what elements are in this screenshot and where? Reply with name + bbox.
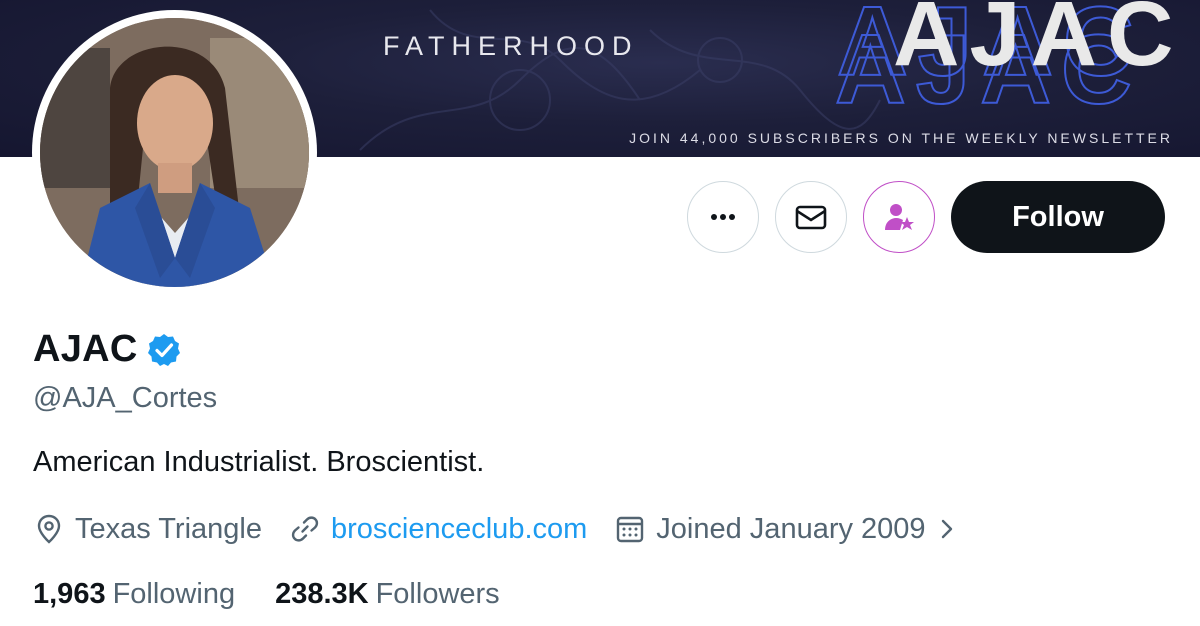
location-pin-icon bbox=[37, 514, 61, 544]
envelope-icon bbox=[795, 205, 827, 230]
followers-label: Followers bbox=[375, 578, 500, 610]
avatar-portrait-illustration bbox=[40, 18, 309, 287]
link-icon bbox=[291, 516, 319, 542]
followers-count: 238.3K bbox=[275, 578, 369, 610]
following-label: Following bbox=[112, 578, 236, 610]
banner-logo-text: AJAC bbox=[893, 0, 1184, 85]
user-handle: @AJA_Cortes bbox=[33, 382, 218, 414]
person-star-icon bbox=[885, 204, 914, 230]
follow-stats: 1,963 Following 238.3K Followers bbox=[33, 578, 500, 611]
follow-button[interactable]: Follow bbox=[951, 181, 1165, 253]
banner-tagline: FATHERHOOD bbox=[383, 31, 639, 61]
more-dots-icon bbox=[711, 214, 735, 220]
display-name-row: AJAC bbox=[33, 328, 182, 371]
followers-stat[interactable]: 238.3K Followers bbox=[275, 578, 500, 611]
banner-subtext: JOIN 44,000 SUBSCRIBERS ON THE WEEKLY NE… bbox=[629, 130, 1173, 146]
user-bio: American Industrialist. Broscientist. bbox=[33, 446, 485, 478]
location-text: Texas Triangle bbox=[75, 512, 262, 545]
display-name: AJAC bbox=[33, 328, 138, 370]
message-button[interactable] bbox=[775, 181, 847, 253]
calendar-icon bbox=[617, 516, 644, 543]
location-item: Texas Triangle bbox=[33, 513, 262, 546]
website-link[interactable]: broscienceclub.com bbox=[331, 513, 587, 546]
verified-badge-icon[interactable] bbox=[146, 332, 182, 368]
banner-logo: AJAC AJAC AJAC bbox=[834, 0, 1195, 120]
chevron-right-icon[interactable] bbox=[936, 518, 958, 540]
joined-item[interactable]: Joined January 2009 bbox=[614, 513, 957, 546]
following-stat[interactable]: 1,963 Following bbox=[33, 578, 235, 611]
subscribe-button[interactable] bbox=[863, 181, 935, 253]
profile-meta-row: Texas Triangle broscienceclub.com Joined… bbox=[33, 510, 958, 548]
avatar-photo bbox=[40, 18, 309, 287]
following-count: 1,963 bbox=[33, 578, 106, 610]
more-options-button[interactable] bbox=[687, 181, 759, 253]
avatar[interactable] bbox=[32, 10, 317, 295]
joined-text: Joined January 2009 bbox=[656, 512, 926, 545]
website-item[interactable]: broscienceclub.com bbox=[289, 513, 587, 546]
